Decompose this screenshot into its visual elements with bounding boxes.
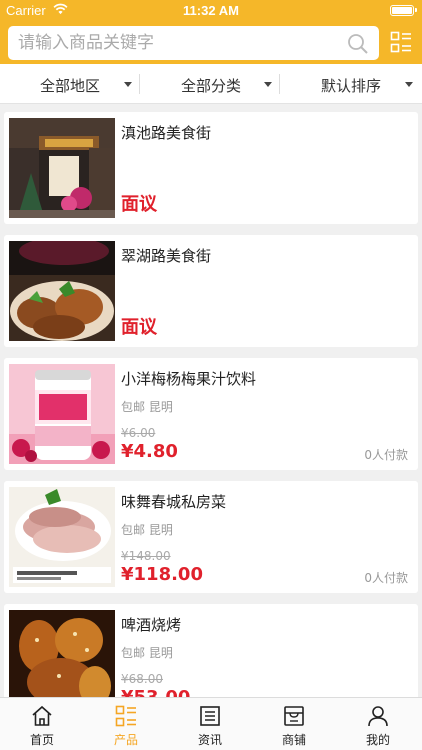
search-icon[interactable] — [347, 33, 369, 55]
product-card[interactable]: 啤酒烧烤 包邮 昆明 ¥68.00 ¥53.00 — [4, 604, 418, 697]
divider — [279, 74, 280, 94]
filter-region[interactable]: 全部地区 — [0, 64, 140, 104]
product-image — [9, 118, 115, 218]
product-card[interactable]: 滇池路美食街 面议 — [4, 112, 418, 224]
product-image — [9, 241, 115, 341]
grid-list-icon — [115, 705, 136, 727]
status-time: 11:32 AM — [183, 3, 239, 18]
filter-category-label: 全部分类 — [181, 77, 242, 95]
category-menu-icon[interactable] — [390, 31, 412, 53]
product-shipping-location: 包邮 昆明 — [121, 646, 173, 660]
tab-mine-label: 我的 — [365, 733, 390, 747]
product-paid-count: 0人付款 — [364, 571, 408, 585]
shop-icon — [284, 706, 304, 726]
product-title: 翠湖路美食街 — [121, 247, 212, 265]
tab-bar: 首页 产品 资讯 商铺 我的 — [0, 697, 422, 750]
product-card[interactable]: 翠湖路美食街 面议 — [4, 235, 418, 347]
filter-sort-label: 默认排序 — [321, 77, 382, 95]
user-icon — [368, 706, 388, 727]
tab-shops[interactable]: 商铺 — [252, 698, 336, 750]
tab-products-label: 产品 — [113, 733, 138, 747]
tab-news-label: 资讯 — [197, 733, 222, 747]
product-paid-count: 0人付款 — [364, 448, 408, 462]
tab-products[interactable]: 产品 — [84, 698, 168, 750]
search-input[interactable] — [18, 26, 338, 60]
dropdown-arrow-icon — [124, 82, 132, 87]
filter-bar: 全部地区 全部分类 默认排序 — [0, 64, 422, 104]
product-title: 滇池路美食街 — [121, 124, 212, 142]
tab-shops-label: 商铺 — [281, 733, 306, 747]
home-icon — [32, 705, 52, 726]
search-box[interactable] — [8, 26, 379, 60]
product-title: 小洋梅杨梅果汁饮料 — [121, 370, 257, 388]
product-title: 啤酒烧烤 — [121, 616, 182, 634]
product-price: ¥118.00 — [121, 564, 203, 585]
tab-news[interactable]: 资讯 — [168, 698, 252, 750]
product-image — [9, 610, 115, 697]
product-shipping-location: 包邮 昆明 — [121, 523, 173, 537]
product-original-price: ¥148.00 — [121, 549, 171, 563]
news-icon — [200, 706, 220, 726]
tab-home-label: 首页 — [29, 733, 54, 747]
dropdown-arrow-icon — [405, 82, 413, 87]
product-original-price: ¥6.00 — [121, 426, 156, 440]
tab-home[interactable]: 首页 — [0, 698, 84, 750]
product-card[interactable]: 味舞春城私房菜 包邮 昆明 ¥148.00 ¥118.00 0人付款 — [4, 481, 418, 593]
tab-mine[interactable]: 我的 — [336, 698, 422, 750]
dropdown-arrow-icon — [264, 82, 272, 87]
filter-sort[interactable]: 默认排序 — [281, 64, 422, 104]
product-shipping-location: 包邮 昆明 — [121, 400, 173, 414]
product-price: ¥53.00 — [121, 687, 190, 697]
product-card[interactable]: 小洋梅杨梅果汁饮料 包邮 昆明 ¥6.00 ¥4.80 0人付款 — [4, 358, 418, 470]
status-bar: Carrier 11:32 AM — [0, 0, 422, 22]
product-price: ¥4.80 — [121, 441, 178, 462]
product-original-price: ¥68.00 — [121, 672, 163, 686]
filter-category[interactable]: 全部分类 — [140, 64, 280, 104]
filter-region-label: 全部地区 — [40, 77, 101, 95]
product-title: 味舞春城私房菜 — [121, 493, 227, 511]
top-bar: Carrier 11:32 AM — [0, 0, 422, 64]
product-image — [9, 487, 115, 587]
battery-icon — [390, 5, 417, 16]
product-list: 滇池路美食街 面议 翠湖路美食街 面议 小洋梅杨梅果汁饮料 包邮 昆明 ¥6.0… — [0, 104, 422, 697]
product-image — [9, 364, 115, 464]
product-price: 面议 — [121, 194, 157, 215]
product-price: 面议 — [121, 317, 157, 338]
